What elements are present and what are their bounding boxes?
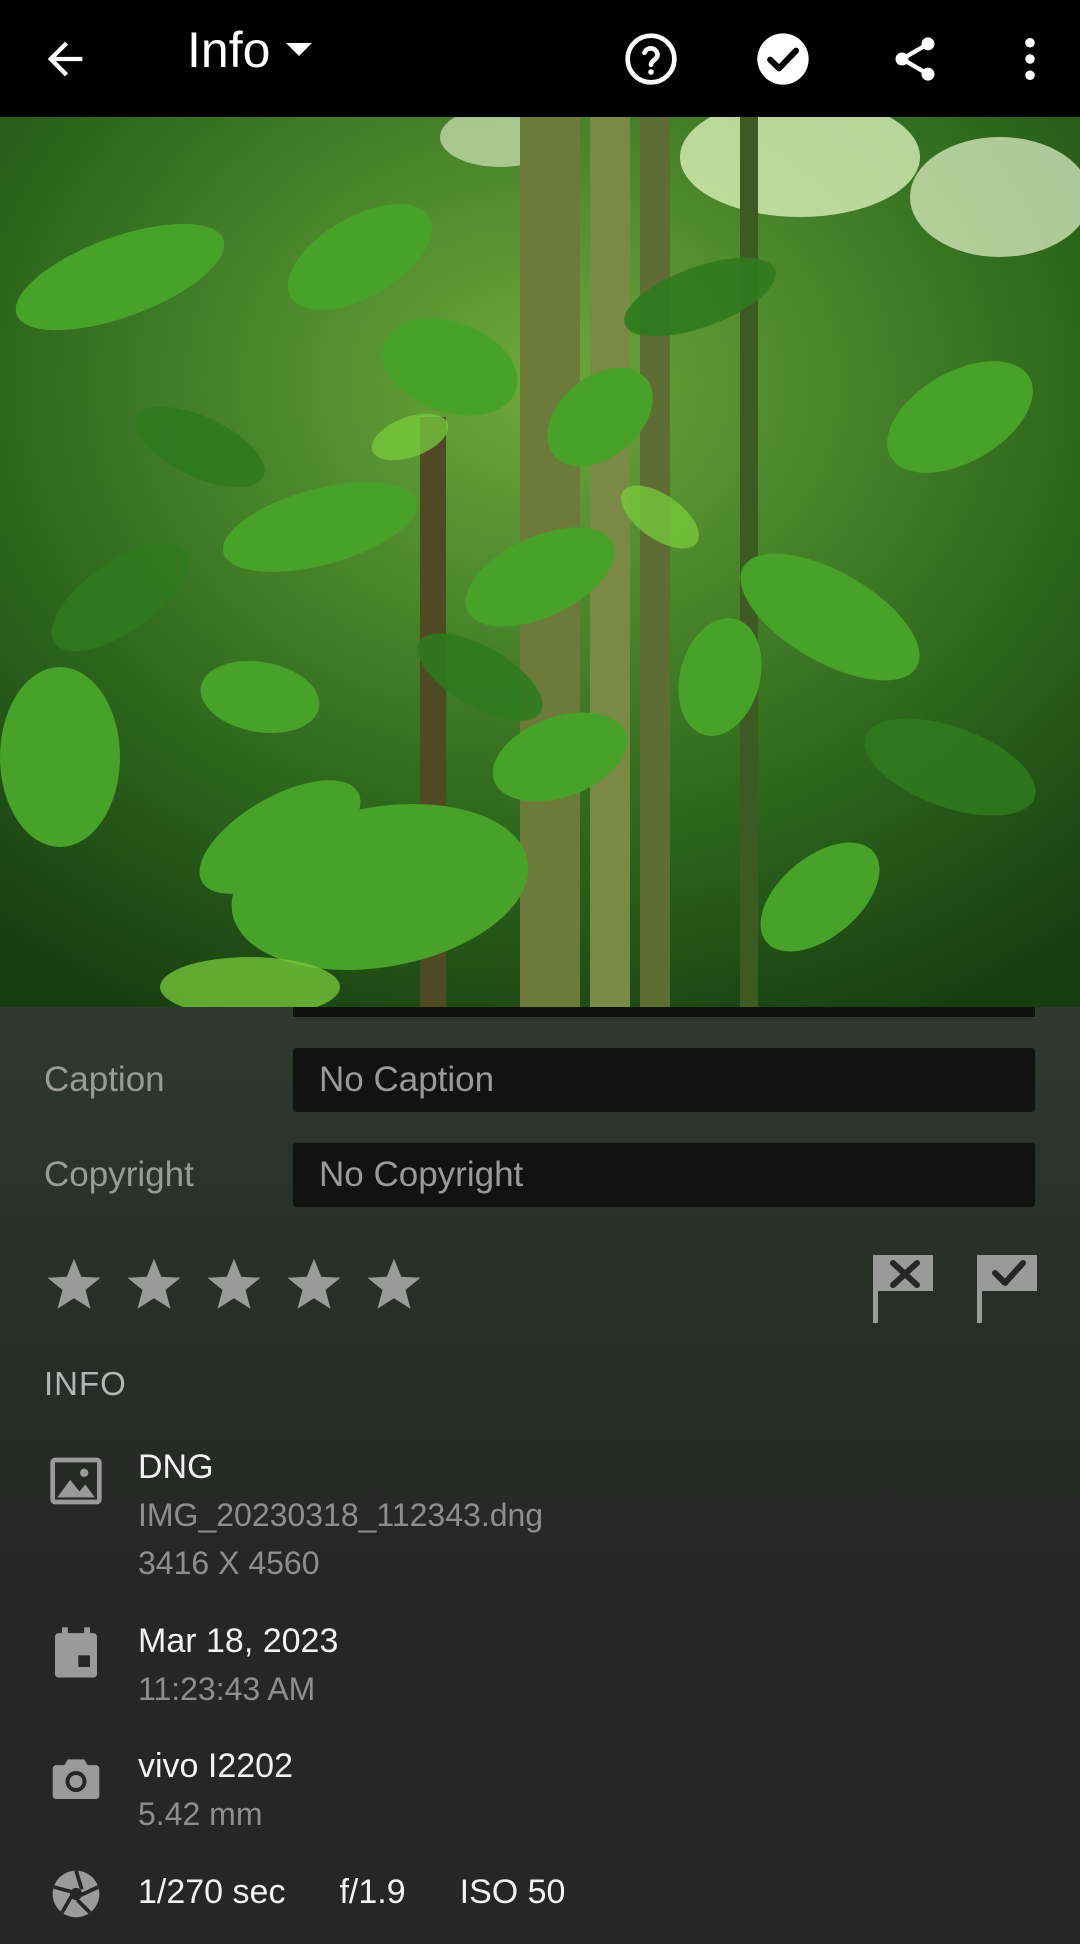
date-info-text: Mar 18, 2023 11:23:43 AM — [138, 1617, 338, 1713]
star-icon — [207, 1258, 261, 1309]
back-button[interactable] — [20, 14, 110, 104]
back-arrow-icon — [47, 41, 83, 77]
pick-flag-button[interactable] — [975, 1251, 1041, 1325]
star-rating — [44, 1253, 424, 1323]
view-mode-dropdown[interactable]: Info — [187, 20, 314, 80]
star-1-button[interactable] — [44, 1253, 104, 1317]
image-icon — [50, 1457, 102, 1505]
help-icon — [625, 33, 677, 85]
dropdown-caret-icon — [286, 43, 313, 56]
copyright-label: Copyright — [44, 1155, 194, 1194]
aperture-value: f/1.9 — [339, 1873, 406, 1911]
capture-date: Mar 18, 2023 — [138, 1622, 339, 1660]
share-button[interactable] — [870, 14, 960, 104]
star-5-button[interactable] — [364, 1253, 424, 1317]
camera-info-text: vivo I2202 5.42 mm — [138, 1742, 293, 1838]
foliage-image — [0, 117, 1080, 1007]
help-button[interactable] — [606, 14, 696, 104]
star-3-button[interactable] — [204, 1253, 264, 1317]
star-icon — [287, 1258, 341, 1309]
capture-time: 11:23:43 AM — [138, 1671, 316, 1707]
file-type: DNG — [138, 1448, 214, 1486]
reject-flag-button[interactable] — [871, 1251, 937, 1325]
caption-row: Caption No Caption — [0, 1048, 1080, 1112]
aperture-icon — [52, 1870, 100, 1918]
top-app-bar: Info — [0, 0, 1080, 117]
page-title: Info — [187, 22, 271, 78]
title-field-edge — [293, 1007, 1035, 1017]
file-name: IMG_20230318_112343.dng — [138, 1497, 544, 1533]
star-icon — [367, 1258, 421, 1309]
image-dimensions: 3416 X 4560 — [138, 1545, 320, 1581]
share-icon — [895, 37, 935, 81]
copyright-row: Copyright No Copyright — [0, 1143, 1080, 1207]
info-section-title: INFO — [44, 1365, 127, 1402]
star-2-button[interactable] — [124, 1253, 184, 1317]
copyright-field[interactable]: No Copyright — [293, 1143, 1035, 1207]
star-4-button[interactable] — [284, 1253, 344, 1317]
more-vert-icon — [1025, 37, 1035, 81]
caption-field[interactable]: No Caption — [293, 1048, 1035, 1112]
focal-length: 5.42 mm — [138, 1796, 263, 1832]
file-info-text: DNG IMG_20230318_112343.dng 3416 X 4560 — [138, 1443, 543, 1587]
star-icon — [127, 1258, 181, 1309]
caption-label: Caption — [44, 1060, 165, 1099]
camera-icon — [52, 1759, 100, 1799]
info-panel: Caption No Caption Copyright No Copyrigh… — [0, 1007, 1080, 1944]
exposure-values: 1/270 sec f/1.9 ISO 50 — [138, 1868, 565, 1916]
checkmark-icon — [757, 33, 809, 85]
photo-preview[interactable] — [0, 117, 1080, 1007]
camera-model: vivo I2202 — [138, 1747, 293, 1785]
iso-value: ISO 50 — [459, 1873, 566, 1911]
reject-flag-icon — [873, 1255, 933, 1323]
calendar-icon — [55, 1627, 97, 1678]
star-icon — [47, 1258, 101, 1309]
done-button[interactable] — [738, 14, 828, 104]
pick-flag-icon — [977, 1255, 1037, 1323]
shutter-speed: 1/270 sec — [138, 1873, 286, 1911]
more-options-button[interactable] — [985, 14, 1075, 104]
